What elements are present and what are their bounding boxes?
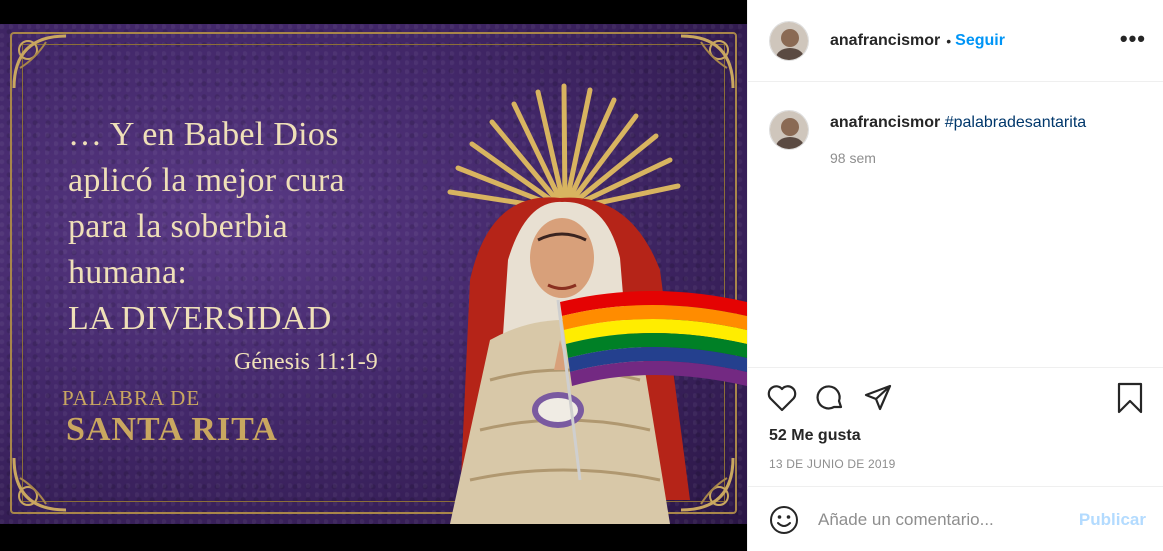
publish-button[interactable]: Publicar	[1079, 510, 1146, 530]
emoji-icon	[770, 506, 798, 534]
share-icon	[864, 384, 892, 411]
caption-comment: anafrancismor #palabradesantarita 98 sem	[769, 110, 1086, 166]
heart-icon	[767, 385, 797, 412]
brand-logo: PALABRA DE SANTA RITA	[62, 386, 278, 448]
avatar[interactable]	[769, 110, 809, 150]
divider	[748, 367, 1163, 368]
avatar[interactable]	[769, 20, 809, 61]
ornament-icon	[12, 34, 67, 89]
post-date[interactable]: 13 DE JUNIO DE 2019	[769, 457, 896, 471]
add-comment-form: Publicar	[764, 498, 1154, 542]
like-button[interactable]	[764, 380, 800, 416]
scripture-reference: Génesis 11:1-9	[234, 349, 378, 375]
save-button[interactable]	[1112, 380, 1148, 416]
saint-figure-illustration	[447, 83, 747, 524]
comment-input[interactable]	[818, 510, 1068, 530]
share-button[interactable]	[860, 380, 896, 416]
caption-username[interactable]: anafrancismor	[830, 114, 940, 131]
ornament-icon	[12, 457, 67, 512]
action-bar	[764, 380, 1148, 420]
avatar-image	[770, 111, 808, 149]
quote-text: … Y en Babel Dios aplicó la mejor cura p…	[68, 116, 345, 337]
separator-dot: •	[946, 32, 952, 49]
post-header: anafrancismor • Seguir •••	[748, 0, 1163, 82]
comment-button[interactable]	[812, 380, 848, 416]
likes-count[interactable]: 52 Me gusta	[769, 427, 861, 445]
hashtag-link[interactable]: #palabradesantarita	[945, 114, 1086, 131]
emoji-button[interactable]	[764, 500, 804, 540]
avatar-image	[770, 21, 808, 60]
post-image: … Y en Babel Dios aplicó la mejor cura p…	[0, 24, 747, 524]
post-media[interactable]: … Y en Babel Dios aplicó la mejor cura p…	[0, 0, 747, 551]
bookmark-icon	[1117, 382, 1143, 414]
more-options-icon[interactable]: •••	[1120, 26, 1146, 52]
post-sidebar: anafrancismor • Seguir ••• anafrancismor…	[747, 0, 1163, 551]
comment-icon	[816, 385, 843, 410]
caption-time[interactable]: 98 sem	[830, 150, 1086, 166]
instagram-post-view: … Y en Babel Dios aplicó la mejor cura p…	[0, 0, 1163, 551]
header-username[interactable]: anafrancismor	[830, 32, 940, 50]
divider	[748, 486, 1163, 487]
follow-button[interactable]: Seguir	[955, 32, 1005, 50]
